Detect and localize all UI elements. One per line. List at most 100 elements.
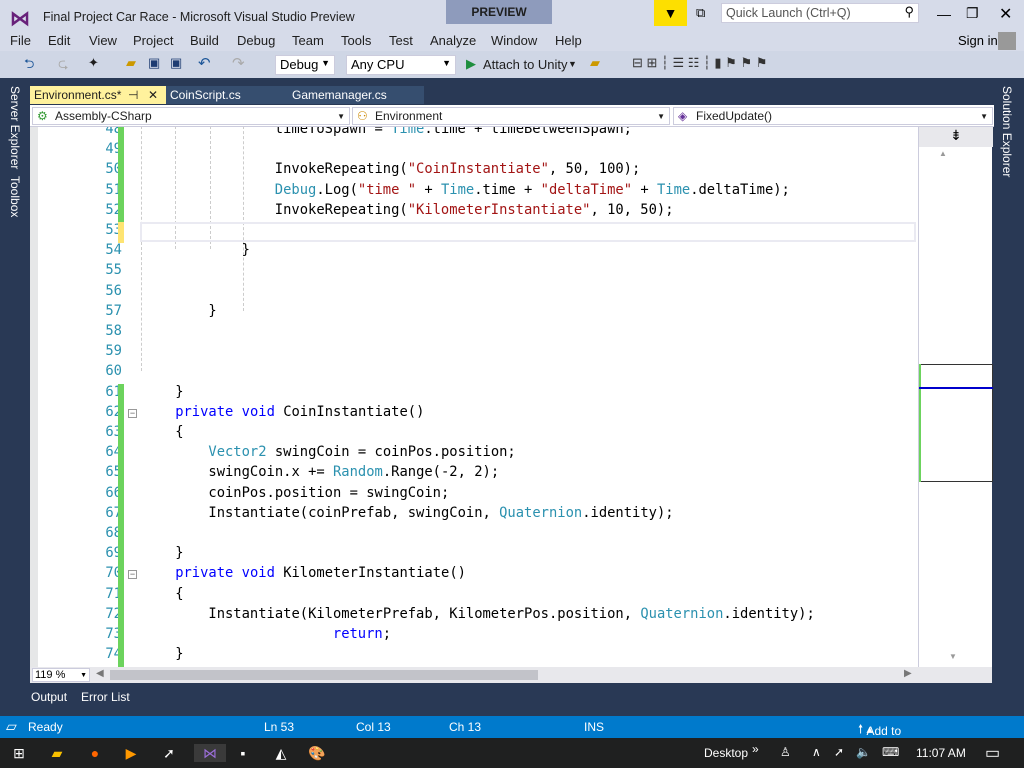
attach-dropdown-icon[interactable]: ▼ <box>568 59 577 69</box>
attach-to-unity-button[interactable]: Attach to Unity <box>483 57 568 72</box>
solution-explorer-tab[interactable]: Solution Explorer <box>1000 86 1014 177</box>
tray-app-icon[interactable]: ➚ <box>834 745 844 759</box>
project-dropdown[interactable]: ⚙ Assembly-CSharp ▼ <box>32 107 350 125</box>
pin-icon[interactable]: ⊣ <box>128 88 138 102</box>
start-icon[interactable]: ⊞ <box>10 744 28 762</box>
maximize-button[interactable]: ❐ <box>966 5 979 22</box>
tab-coinscript[interactable]: CoinScript.cs <box>166 86 286 104</box>
platform-dropdown[interactable]: Any CPU ▼ <box>346 55 456 75</box>
menu-build[interactable]: Build <box>190 33 219 48</box>
class-dropdown[interactable]: ⚇ Environment ▼ <box>352 107 670 125</box>
save-all-icon[interactable]: ▣ <box>170 55 182 71</box>
platform-value: Any CPU <box>351 57 405 72</box>
code-token: Quaternion <box>499 504 583 521</box>
back-icon[interactable]: ⮌ <box>24 55 34 77</box>
new-project-icon[interactable]: ✦ <box>88 55 99 71</box>
scroll-up-icon[interactable]: ▲ <box>939 149 947 158</box>
config-value: Debug <box>280 57 319 72</box>
find-icon[interactable]: ▰ <box>590 55 600 71</box>
status-icon: ▱ <box>6 718 17 734</box>
expand-icon[interactable]: » <box>752 742 759 756</box>
clock[interactable]: 11:07 AM <box>916 746 966 760</box>
minimize-button[interactable]: — <box>937 6 951 22</box>
media-player-icon[interactable]: ▶ <box>122 744 140 762</box>
menu-team[interactable]: Team <box>292 33 324 48</box>
tab-environment[interactable]: Environment.cs* ⊣ ✕ <box>30 86 166 104</box>
tab-gamemanager[interactable]: Gamemanager.cs <box>286 86 424 104</box>
toolbar-icons[interactable]: ⊟ ⊞ ┆ ☰ ☷ ┆ ▮ ⚑ ⚑ ⚑ <box>632 55 767 71</box>
undo-icon[interactable]: ↶ <box>198 54 211 72</box>
preview-badge: PREVIEW <box>446 0 552 24</box>
notifications-icon[interactable]: ⧉ <box>696 5 705 21</box>
change-marker <box>118 504 124 526</box>
output-tab[interactable]: Output <box>31 690 67 704</box>
code-token: Debug <box>274 181 317 198</box>
file-explorer-icon[interactable]: ▰ <box>48 744 66 762</box>
minimap-viewport[interactable] <box>919 364 993 482</box>
desktop-toolbar[interactable]: Desktop <box>704 746 748 760</box>
feedback-filter-icon[interactable]: ▼ <box>654 0 687 26</box>
close-tab-icon[interactable]: ✕ <box>148 88 158 102</box>
menu-analyze[interactable]: Analyze <box>430 33 476 48</box>
menu-tools[interactable]: Tools <box>341 33 371 48</box>
server-explorer-tab[interactable]: Server Explorer <box>8 86 22 169</box>
visual-studio-icon[interactable]: ⋈ <box>194 744 226 762</box>
scroll-down-icon[interactable]: ▼ <box>949 652 957 661</box>
search-icon: ⚲ <box>904 4 914 19</box>
code-line: InvokeRepeating("CoinInstantiate", 50, 1… <box>275 161 641 177</box>
collapse-toggle[interactable]: − <box>128 408 137 418</box>
menu-project[interactable]: Project <box>133 33 173 48</box>
method-icon: ◈ <box>678 109 688 123</box>
account-avatar[interactable] <box>998 32 1016 50</box>
sign-in-link[interactable]: Sign in <box>958 33 998 48</box>
code-line: private void KilometerInstantiate() <box>175 565 466 581</box>
menu-file[interactable]: File <box>10 33 31 48</box>
forward-icon[interactable]: ⮎ <box>58 55 68 77</box>
menu-edit[interactable]: Edit <box>48 33 70 48</box>
change-marker <box>118 424 124 446</box>
code-token: InvokeRepeating( <box>274 201 408 218</box>
tray-chevron-icon[interactable]: ∧ <box>812 745 821 759</box>
menu-help[interactable]: Help <box>555 33 582 48</box>
code-line: } <box>242 242 250 258</box>
quick-launch-input[interactable]: Quick Launch (Ctrl+Q) ⚲ <box>721 3 919 23</box>
unity-icon[interactable]: ◭ <box>272 744 290 762</box>
line-number: 57 <box>105 302 122 319</box>
scroll-left-icon[interactable]: ◀ <box>96 668 104 679</box>
open-file-icon[interactable]: ▰ <box>126 55 136 71</box>
menu-view[interactable]: View <box>89 33 117 48</box>
code-token: swingCoin = coinPos.position; <box>266 444 516 461</box>
code-editor[interactable]: 48 timeToSpawn = Time.time + timeBetweenS… <box>30 127 918 667</box>
menu-window[interactable]: Window <box>491 33 537 48</box>
play-icon[interactable]: ▶ <box>466 56 476 72</box>
collapse-toggle[interactable]: − <box>128 570 137 580</box>
scroll-right-icon[interactable]: ▶ <box>904 668 912 679</box>
code-line: } <box>175 384 183 400</box>
firefox-icon[interactable]: ● <box>86 744 104 762</box>
notepad-icon[interactable]: ▪ <box>234 744 252 762</box>
horizontal-scrollbar[interactable]: 119 % ▼ ◀ ▶ <box>30 667 992 683</box>
redo-icon[interactable]: ↷ <box>232 54 245 72</box>
menu-debug[interactable]: Debug <box>237 33 275 48</box>
app-icon[interactable]: ➚ <box>160 744 178 762</box>
close-button[interactable]: ✕ <box>999 4 1012 24</box>
horizontal-scroll-thumb[interactable] <box>110 670 538 680</box>
error-list-tab[interactable]: Error List <box>81 690 130 704</box>
code-line: } <box>175 646 183 662</box>
solution-config-dropdown[interactable]: Debug ▼ <box>275 55 335 75</box>
member-dropdown[interactable]: ◈ FixedUpdate() ▼ <box>673 107 993 125</box>
code-token: "CoinInstantiate" <box>407 161 549 178</box>
save-icon[interactable]: ▣ <box>148 55 160 71</box>
menu-test[interactable]: Test <box>389 33 413 48</box>
status-insert-mode: INS <box>584 720 605 734</box>
action-center-icon[interactable]: ▭ <box>985 743 1000 763</box>
minimap-scrollbar[interactable]: ⇟ ▲ ▼ <box>918 127 993 667</box>
volume-icon[interactable]: 🔈 <box>856 745 871 759</box>
split-icon[interactable]: ⇟ <box>919 127 993 147</box>
paint-icon[interactable]: 🎨 <box>308 744 326 762</box>
zoom-dropdown[interactable]: 119 % ▼ <box>32 668 90 682</box>
people-icon[interactable]: ♙ <box>780 745 791 759</box>
keyboard-icon[interactable]: ⌨ <box>882 745 899 759</box>
toolbox-tab[interactable]: Toolbox <box>8 176 22 217</box>
code-token: swingCoin.x += <box>208 464 333 481</box>
